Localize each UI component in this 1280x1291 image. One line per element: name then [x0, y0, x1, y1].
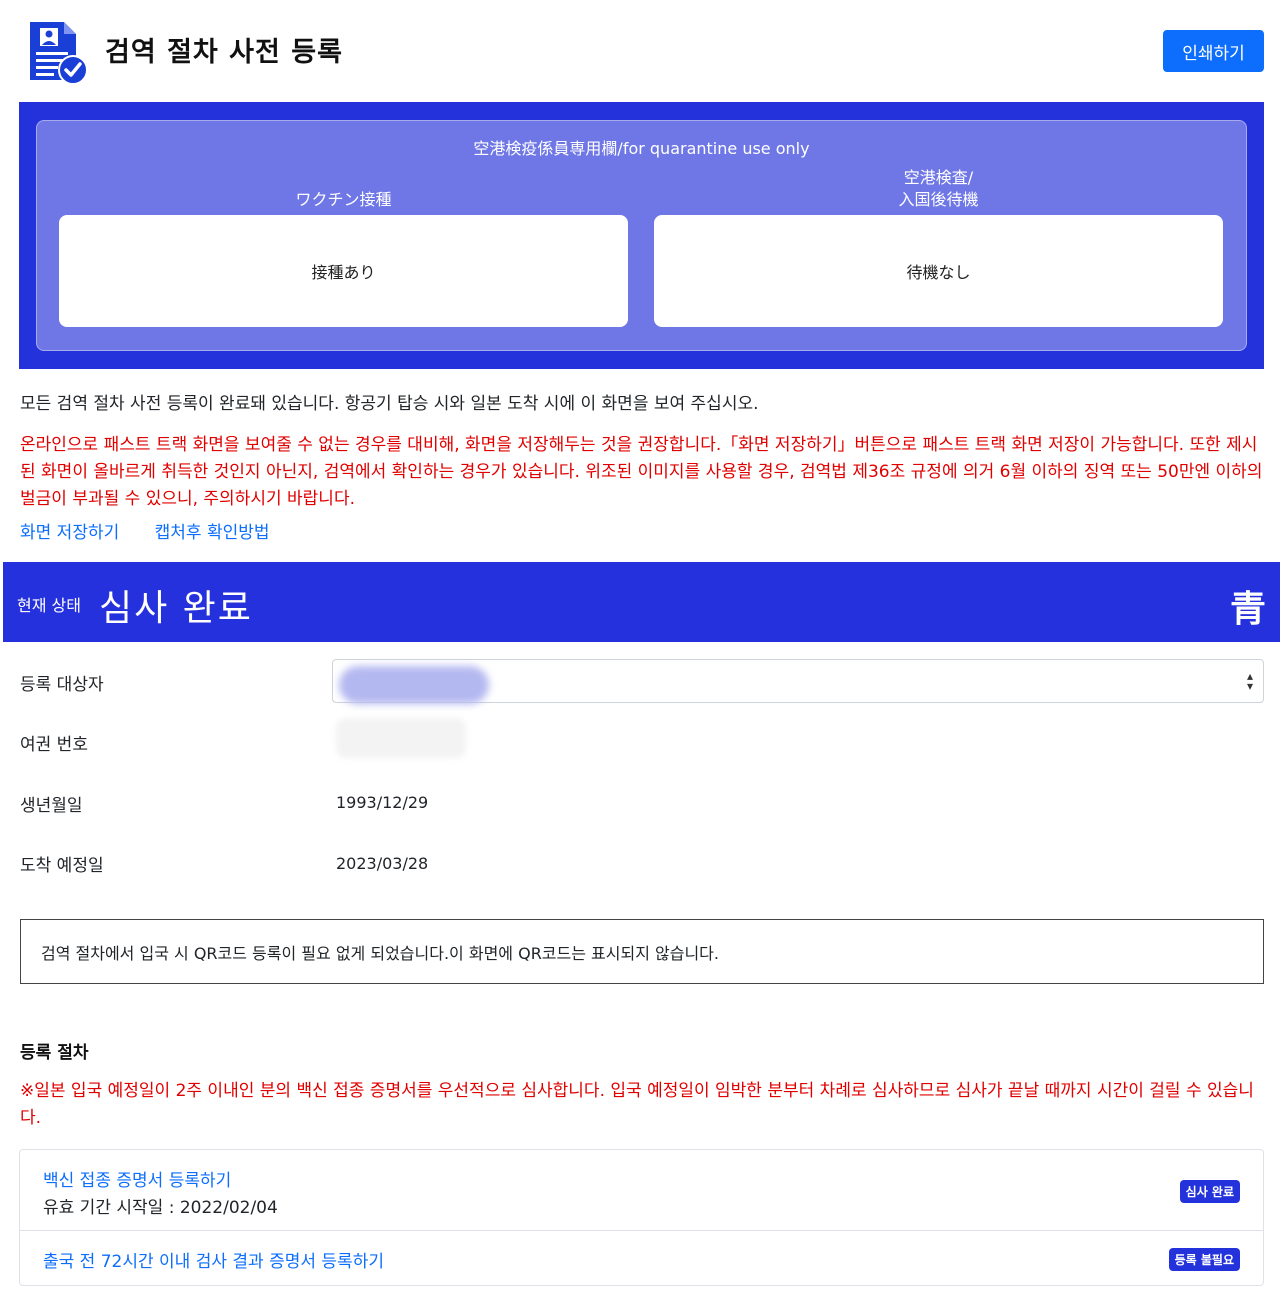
action-links: 화면 저장하기 캡처후 확인방법 [20, 518, 300, 543]
procedure-list: 백신 접종 증명서 등록하기 유효 기간 시작일 : 2022/02/04 심사… [19, 1149, 1264, 1286]
procedure-warning: ※일본 입국 예정일이 2주 이내인 분의 백신 접종 증명서를 우선적으로 심… [20, 1081, 1254, 1128]
redacted-name [339, 666, 489, 704]
list-item: 백신 접종 증명서 등록하기 유효 기간 시작일 : 2022/02/04 심사… [20, 1150, 1263, 1231]
vaccination-label: ワクチン接種 [295, 190, 392, 209]
status-bar: 현재 상태 심사 완료 青 [3, 562, 1280, 642]
page-title: 검역 절차 사전 등록 [105, 37, 343, 68]
procedure-title: 등록 절차 [20, 1043, 89, 1063]
vaccination-value: 接種あり [59, 215, 628, 327]
status-label: 현재 상태 [17, 596, 81, 615]
capture-help-link[interactable]: 캡처후 확인방법 [155, 523, 270, 543]
qr-info-text: 검역 절차에서 입국 시 QR코드 등록이 필요 없게 되었습니다.이 화면에 … [41, 943, 719, 963]
validity-start-text: 유효 기간 시작일 : 2022/02/04 [43, 1198, 278, 1218]
qr-info-box: 검역 절차에서 입국 시 QR코드 등록이 필요 없게 되었습니다.이 화면에 … [20, 919, 1264, 984]
arrival-date-value: 2023/03/28 [336, 854, 429, 873]
status-badge: 등록 불필요 [1168, 1248, 1240, 1271]
birth-date-label: 생년월일 [20, 796, 83, 816]
vaccine-certificate-link[interactable]: 백신 접종 증명서 등록하기 [43, 1166, 231, 1191]
select-arrows-icon: ▴ ▾ [1246, 669, 1253, 693]
completion-notice: 모든 검역 절차 사전 등록이 완료돼 있습니다. 항공기 탑승 시와 일본 도… [20, 394, 759, 414]
registrant-select[interactable]: ▴ ▾ [332, 659, 1264, 704]
list-item: 출국 전 72시간 이내 검사 결과 증명서 등록하기 등록 불필요 [20, 1231, 1263, 1286]
airport-test-label-line2: 入国後待機 [898, 190, 979, 209]
save-warning: 온라인으로 패스트 트랙 화면을 보여줄 수 없는 경우를 대비해, 화면을 저… [20, 435, 1263, 509]
airport-test-value: 待機なし [654, 215, 1223, 327]
header: 검역 절차 사전 등록 인쇄하기 [0, 0, 1280, 100]
quarantine-panel: 空港検疫係員専用欄/for quarantine use only ワクチン接種… [19, 102, 1264, 369]
print-button[interactable]: 인쇄하기 [1163, 30, 1264, 72]
quarantine-card: 空港検疫係員専用欄/for quarantine use only ワクチン接種… [36, 120, 1247, 351]
quarantine-title: 空港検疫係員専用欄/for quarantine use only [473, 139, 810, 158]
status-color-kanji: 青 [1229, 589, 1266, 630]
test-certificate-link[interactable]: 출국 전 72시간 이내 검사 결과 증명서 등록하기 [43, 1247, 384, 1272]
redacted-passport-number [336, 718, 466, 758]
document-person-check-icon [30, 22, 88, 85]
passport-label: 여권 번호 [20, 735, 88, 755]
status-badge: 심사 완료 [1179, 1180, 1240, 1203]
registrant-label: 등록 대상자 [20, 675, 104, 695]
status-value: 심사 완료 [99, 588, 253, 629]
airport-test-label-line1: 空港検査/ [903, 168, 974, 187]
arrival-date-label: 도착 예정일 [20, 856, 104, 876]
birth-date-value: 1993/12/29 [336, 793, 429, 812]
vaccination-column: ワクチン接種 接種あり [59, 169, 628, 327]
airport-test-column: 空港検査/入国後待機 待機なし [654, 168, 1223, 327]
airport-test-label: 空港検査/入国後待機 [654, 168, 1223, 215]
save-screen-link[interactable]: 화면 저장하기 [20, 523, 119, 543]
